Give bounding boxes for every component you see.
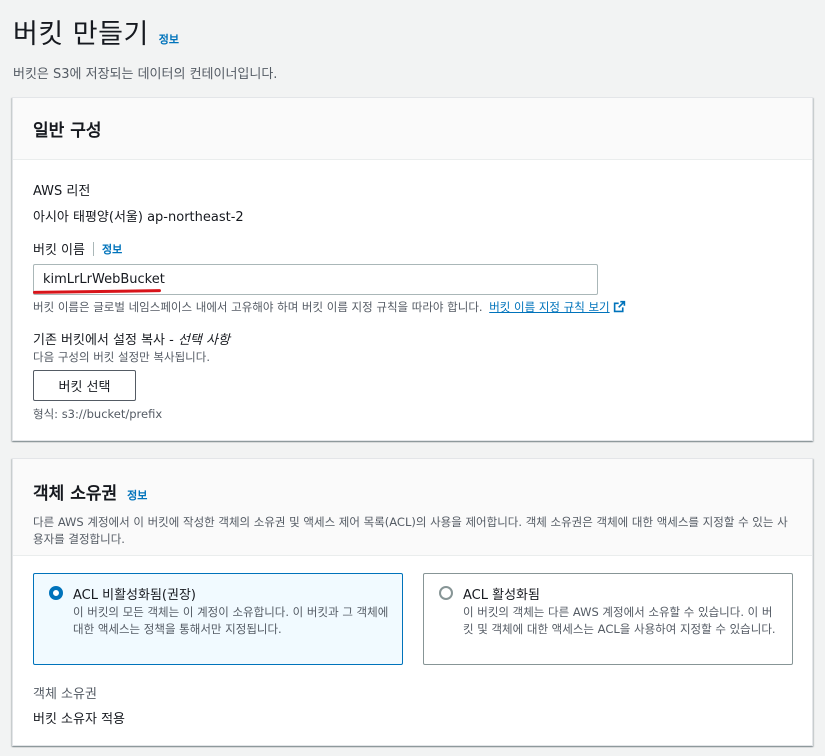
external-link-icon bbox=[613, 300, 625, 313]
naming-rules-link[interactable]: 버킷 이름 지정 규칙 보기 bbox=[489, 300, 625, 314]
option-description: 이 버킷의 모든 객체는 이 계정이 소유합니다. 이 버킷과 그 객체에 대한… bbox=[73, 605, 389, 636]
copy-settings-label-text: 기존 버킷에서 설정 복사 - bbox=[33, 333, 174, 348]
page-description: 버킷은 S3에 저장되는 데이터의 컨테이너입니다. bbox=[13, 67, 278, 82]
option-description: 이 버킷의 객체는 다른 AWS 계정에서 소유할 수 있습니다. 이 버킷 및… bbox=[463, 605, 776, 636]
region-value: 아시아 태평양(서울) ap-northeast-2 bbox=[33, 210, 244, 225]
acl-disabled-option[interactable]: ACL 비활성화됨(권장) 이 버킷의 모든 객체는 이 계정이 소유합니다. … bbox=[33, 573, 403, 665]
info-link[interactable]: 정보 bbox=[159, 31, 179, 47]
bucket-name-info-link[interactable]: 정보 bbox=[102, 241, 122, 257]
naming-rules-link-text[interactable]: 버킷 이름 지정 규칙 보기 bbox=[489, 300, 609, 314]
general-configuration-panel: 일반 구성 AWS 리전 아시아 태평양(서울) ap-northeast-2 … bbox=[12, 97, 813, 441]
ownership-info-link[interactable]: 정보 bbox=[127, 487, 147, 503]
object-ownership-value: 버킷 소유자 적용 bbox=[33, 712, 125, 727]
panel-header: 객체 소유권 정보 다른 AWS 계정에서 이 버킷에 작성한 객체의 소유권 … bbox=[13, 459, 812, 556]
object-ownership-panel: 객체 소유권 정보 다른 AWS 계정에서 이 버킷에 작성한 객체의 소유권 … bbox=[12, 458, 813, 746]
copy-settings-label: 기존 버킷에서 설정 복사 - 선택 사항 bbox=[33, 329, 230, 348]
option-title: ACL 비활성화됨(권장) bbox=[73, 588, 196, 603]
label-divider bbox=[92, 241, 94, 256]
bucket-name-hint: 버킷 이름은 글로벌 네임스페이스 내에서 고유해야 하며 버킷 이름 지정 규… bbox=[33, 299, 626, 315]
panel-title: 객체 소유권 bbox=[33, 484, 118, 504]
radio-button-selected[interactable] bbox=[49, 586, 63, 600]
format-hint: 형식: s3://bucket/prefix bbox=[33, 407, 163, 421]
page-header: 버킷 만들기 정보 버킷은 S3에 저장되는 데이터의 컨테이너입니다. bbox=[13, 12, 277, 82]
radio-button-unselected[interactable] bbox=[439, 586, 453, 600]
page-title: 버킷 만들기 bbox=[13, 19, 149, 50]
panel-title-row: 객체 소유권 정보 bbox=[33, 479, 792, 504]
copy-settings-optional: 선택 사항 bbox=[177, 333, 230, 348]
panel-header: 일반 구성 bbox=[13, 98, 812, 160]
panel-description: 다른 AWS 계정에서 이 버킷에 작성한 객체의 소유권 및 액세스 제어 목… bbox=[33, 515, 788, 546]
region-label: AWS 리전 bbox=[33, 184, 91, 199]
panel-title: 일반 구성 bbox=[33, 121, 102, 141]
choose-bucket-button[interactable]: 버킷 선택 bbox=[33, 370, 136, 401]
object-ownership-label: 객체 소유권 bbox=[33, 687, 97, 702]
acl-enabled-option[interactable]: ACL 활성화됨 이 버킷의 객체는 다른 AWS 계정에서 소유할 수 있습니… bbox=[423, 573, 793, 665]
copy-settings-description: 다음 구성의 버킷 설정만 복사됩니다. bbox=[33, 350, 210, 364]
option-title: ACL 활성화됨 bbox=[463, 588, 540, 603]
bucket-name-hint-text: 버킷 이름은 글로벌 네임스페이스 내에서 고유해야 하며 버킷 이름 지정 규… bbox=[33, 300, 483, 314]
bucket-name-label: 버킷 이름 bbox=[33, 243, 85, 258]
bucket-name-label-row: 버킷 이름 정보 bbox=[33, 239, 122, 258]
